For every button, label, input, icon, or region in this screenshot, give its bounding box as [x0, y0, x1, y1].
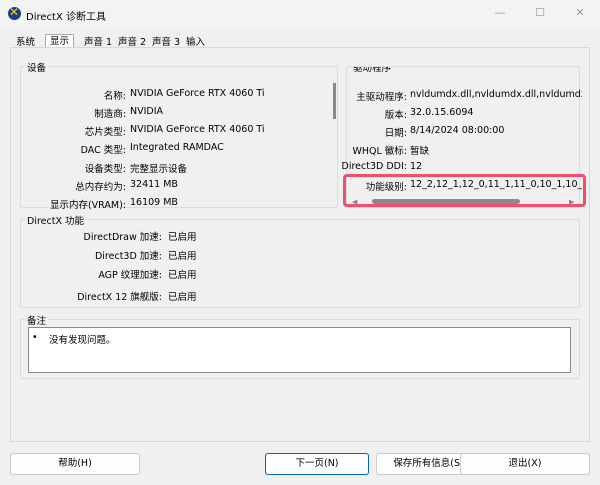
driver-label: Direct3D DDI:: [341, 161, 407, 172]
driver-value: 12: [410, 161, 423, 172]
device-value: NVIDIA GeForce RTX 4060 Ti: [130, 88, 265, 99]
directx-icon: [8, 5, 21, 20]
driver-value: nvldumdx.dll,nvldumdx.dll,nvldumdx.dll,n…: [410, 89, 582, 100]
scrollbar[interactable]: [333, 83, 336, 119]
next-button[interactable]: 下一页(N): [265, 453, 369, 475]
features-label: Direct3D 加速:: [94, 251, 162, 262]
driver-value: 32.0.15.6094: [410, 107, 474, 118]
exit-button[interactable]: 退出(X): [460, 453, 590, 475]
features-value: 已启用: [168, 292, 197, 303]
features-value: 已启用: [168, 270, 197, 281]
bullet-icon: •: [32, 332, 38, 343]
horizontal-scrollbar-thumb[interactable]: [372, 199, 520, 204]
features-label: AGP 纹理加速:: [98, 270, 162, 281]
features-group-title: DirectX 功能: [25, 213, 86, 227]
driver-group-title: 驱动程序: [351, 67, 394, 74]
device-label: 总内存约为:: [75, 182, 126, 193]
notes-box[interactable]: • 没有发现问题。: [28, 327, 571, 373]
device-value: 32411 MB: [130, 179, 178, 190]
features-label: DirectX 12 旗舰版:: [77, 292, 162, 303]
note-item: 没有发现问题。: [49, 335, 116, 346]
minimize-button[interactable]: —: [480, 0, 520, 28]
device-value: 完整显示设备: [130, 164, 188, 175]
device-label: 名称:: [103, 91, 126, 102]
device-value: NVIDIA GeForce RTX 4060 Ti: [130, 124, 265, 135]
maximize-button[interactable]: ☐: [520, 0, 560, 28]
driver-label: 日期:: [384, 128, 407, 139]
window-title: DirectX 诊断工具: [26, 12, 106, 23]
driver-label: 主驱动程序:: [356, 92, 407, 103]
device-label: DAC 类型:: [80, 145, 126, 156]
driver-value: 暂缺: [410, 146, 430, 157]
device-label: 显示内存(VRAM):: [49, 200, 126, 211]
close-button[interactable]: ✕: [560, 0, 600, 28]
features-value: 已启用: [168, 251, 197, 262]
device-group-title: 设备: [25, 60, 49, 74]
driver-label: 版本:: [384, 110, 407, 121]
notes-group-title: 备注: [25, 313, 49, 327]
device-label: 芯片类型:: [84, 127, 126, 138]
device-value: Integrated RAMDAC: [130, 142, 224, 153]
title-bar: DirectX 诊断工具 — ☐ ✕: [0, 0, 600, 28]
tab-display[interactable]: 显示: [45, 34, 75, 48]
device-value: 16109 MB: [130, 197, 178, 208]
features-value: 已启用: [168, 232, 197, 243]
device-label: 制造商:: [94, 109, 126, 120]
device-label: 设备类型:: [84, 164, 126, 175]
help-button[interactable]: 帮助(H): [10, 453, 140, 475]
features-label: DirectDraw 加速:: [83, 232, 162, 243]
driver-value: 8/14/2024 08:00:00: [410, 125, 505, 136]
scroll-left-icon[interactable]: ◀: [352, 198, 357, 206]
device-value: NVIDIA: [130, 106, 164, 117]
scroll-right-icon[interactable]: ▶: [569, 198, 574, 206]
driver-label: WHQL 徽标:: [352, 146, 407, 157]
